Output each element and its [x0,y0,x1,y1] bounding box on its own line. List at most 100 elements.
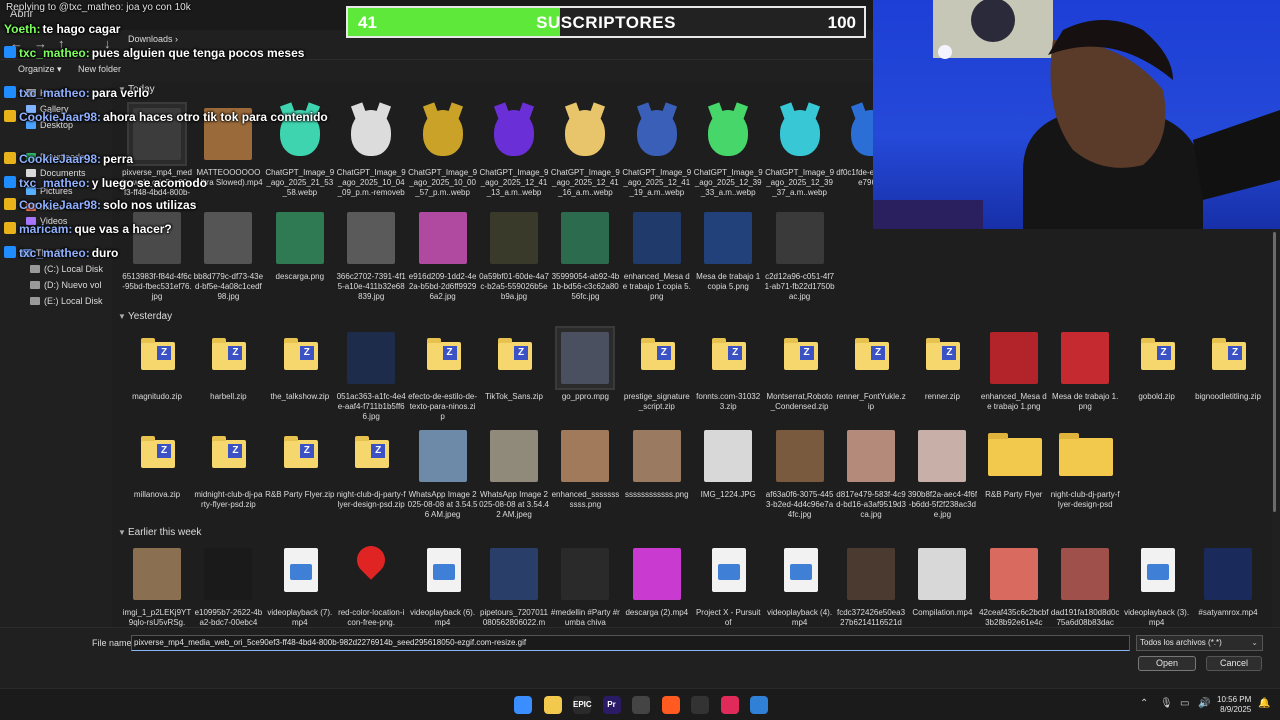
file-item[interactable]: enhanced_sssssssssss.png [550,426,620,510]
chevron-up-icon[interactable]: ⌃ [1140,698,1148,709]
file-item[interactable]: Zmagnitudo.zip [122,328,192,402]
file-item[interactable]: videoplayback (6).mp4 [408,544,478,627]
microphone-icon[interactable]: 🎙 [1160,698,1173,709]
file-item[interactable]: 42ceaf435c6c2bcbf3b28b92e61e4c [979,544,1049,627]
file-item[interactable]: ChatGPT_Image_9_ago_2025_12_41_13_a.m..w… [479,104,549,198]
zip-badge-icon: Z [442,346,457,360]
notification-bell-icon[interactable]: 🔔 [1258,698,1270,709]
file-item[interactable]: go_ppro.mpg [550,326,620,402]
image-thumbnail [704,212,753,264]
file-item[interactable]: Zmidnight-club-dj-party-flyer-psd.zip [193,426,263,510]
file-thumbnail [555,326,616,390]
file-item[interactable]: 366c2702-7391-4f15-a10e-411b32e68839.jpg [336,208,406,302]
group-yesterday[interactable]: ▼ Yesterday [118,311,172,322]
file-item[interactable]: fcdc372426e50ea327b6214116521d [836,544,906,627]
file-item[interactable]: c2d12a96-c051-4f71-ab71-fb22d1750bac.jpg [765,208,835,302]
brave-browser-icon[interactable] [661,696,680,714]
file-item[interactable]: Z TikTok_Sans.zip [479,328,549,402]
file-explorer-icon[interactable] [543,696,562,714]
epic-games-icon[interactable]: EPIC [573,696,592,714]
file-item[interactable]: videoplayback (7).mp4 [265,544,335,627]
file-item[interactable]: ChatGPT_Image_9_ago_2025_12_41_16_a.m..w… [550,104,620,198]
file-item[interactable]: Z Montserrat,Roboto_Condensed.zip [765,328,835,412]
file-item[interactable]: WhatsApp Image 2025-08-08 at 3.54.42 AM.… [479,426,549,520]
file-item[interactable]: Zthe_talkshow.zip [265,328,335,402]
photos-icon[interactable] [750,696,768,714]
file-item[interactable]: videoplayback (4).mp4 [765,544,835,627]
file-item[interactable]: Zbignoodletitling.zip [1193,328,1263,402]
file-item[interactable]: WhatsApp Image 2025-08-08 at 3.54.56 AM.… [408,426,478,520]
group-earlier-this-week[interactable]: ▼ Earlier this week [118,527,201,538]
file-item[interactable]: ChatGPT_Image_9_ago_2025_12_39_37_a.m..w… [765,104,835,198]
file-item[interactable]: ChatGPT_Image_9_ago_2025_12_41_19_a.m..w… [622,104,692,198]
file-item[interactable]: Zefecto-de-estilo-de-texto-para-ninos.zi… [408,328,478,422]
file-item[interactable]: Znight-club-dj-party-flyer-design-psd.zi… [336,426,406,510]
file-item[interactable]: red-color-location-icon-free-png. [336,540,406,627]
file-item[interactable]: Project X - Pursuit of [693,544,763,627]
file-item[interactable]: ChatGPT_Image_9_ago_2025_12_39_33_a.m..w… [693,104,763,198]
file-item[interactable]: enhanced_Mesa de trabajo 1 copia 5.png [622,208,692,302]
tiktok-icon[interactable] [720,696,739,714]
file-item[interactable]: Mesa de trabajo 1 copia 5.png [693,208,763,292]
file-name: ChatGPT_Image_9_ago_2025_12_39_37_a.m..w… [765,168,835,197]
file-item[interactable]: 0a59bf01-60de-4a7c-b2a5-559026b5eb9a.jpg [479,208,549,302]
sidebar-item-d-nuevo-vol[interactable]: (D:) Nuevo vol [30,278,102,292]
file-item[interactable]: imgi_1_p2LEKj9YT9qlo-rsU5vRSg. [122,544,192,627]
file-item[interactable]: Zfonnts.com-310323.zip [693,328,763,412]
volume-icon[interactable]: 🔊 [1198,698,1210,709]
file-item[interactable]: d817e479-583f-4c9d-bd16-a3af9519d3ca.jpg [836,426,906,520]
file-thumbnail [415,104,471,164]
file-item[interactable]: e10995b7-2622-4ba2-bdc7-00ebc4 [193,544,263,627]
open-button[interactable]: Open [1138,656,1196,671]
obs-studio-icon[interactable] [632,696,650,714]
file-item[interactable]: Zharbell.zip [193,328,263,402]
file-item[interactable]: af63a0f6-3075-4453-b2ed-4d4c96e7a4fc.jpg [765,426,835,520]
file-item[interactable]: Zrenner.zip [907,328,977,402]
file-item[interactable]: Zgobold.zip [1122,328,1192,402]
chat-message: CookieJaar98: solo nos utilizas [4,196,334,214]
file-item[interactable]: Zrenner_FontYukle.zip [836,328,906,412]
file-thumbnail [629,208,685,268]
file-item[interactable]: Zmillanova.zip [122,426,192,500]
file-item[interactable]: 390b8f2a-aec4-4f6f-b6dd-5f2f238ac3de.jpg [907,426,977,520]
file-item[interactable]: Compilation.mp4 [907,544,977,618]
file-item[interactable]: #satyamrox.mp4 [1193,544,1263,618]
windows-start-icon[interactable] [514,696,532,714]
file-item[interactable]: night-club-dj-party-flyer-design-psd [1050,426,1120,510]
file-item[interactable]: Mesa de trabajo 1.png [1050,328,1120,412]
zip-badge-icon: Z [799,346,814,360]
sidebar-item-label: (D:) Nuevo vol [44,280,102,290]
file-item[interactable]: pipetours_7207011080562806022.m [479,544,549,627]
file-item[interactable]: 051ac363-a1fc-4e4e-aaf4-f711b1b5ff66.jpg [336,328,406,422]
file-item[interactable]: Zprestige_signature_script.zip [622,328,692,412]
file-item[interactable]: enhanced_Mesa de trabajo 1.png [979,328,1049,412]
network-icon[interactable]: ▭ [1180,698,1189,709]
system-clock[interactable]: 10:56 PM 8/9/2025 [1217,695,1251,715]
file-item[interactable]: IMG_1224.JPG [693,426,763,500]
file-item[interactable]: ssssssssssss.png [622,426,692,500]
file-thumbnail: Z [272,328,328,388]
file-item[interactable]: ChatGPT_Image_9_ago_2025_10_00_57_p.m..w… [408,104,478,198]
file-item[interactable]: 35999054-ab92-4b1b-bd56-c3c62a8056fc.jpg [550,208,620,302]
cancel-button[interactable]: Cancel [1206,656,1262,671]
file-thumbnail [914,544,970,604]
sidebar-item-e-local-disk[interactable]: (E:) Local Disk [30,294,103,308]
file-thumbnail: Z [772,328,828,388]
file-item[interactable]: Z R&B Party Flyer.zip [265,426,335,500]
file-item[interactable]: descarga (2).mp4 [622,544,692,618]
chevron-down-icon: ⌄ [1251,638,1258,647]
file-item[interactable]: videoplayback (3).mp4 [1122,544,1192,627]
file-item[interactable]: #medellin #Party #rumba chiva [550,544,620,627]
premiere-pro-icon[interactable]: Pr [602,696,621,714]
capcut-icon[interactable] [691,696,709,714]
file-item[interactable]: e916d209-1dd2-4e2a-b5bd-2d6ff99296a2.jpg [408,208,478,302]
file-name: imgi_1_p2LEKj9YT9qlo-rsU5vRSg. [122,608,192,627]
file-thumbnail [343,208,399,268]
file-item[interactable]: ChatGPT_Image_9_ago_2025_10_04_09_p.m.-r… [336,104,406,198]
file-item[interactable]: dad191fa180d8d0c75a6d08b83dac [1050,544,1120,627]
file-item[interactable]: R&B Party Flyer [979,426,1049,500]
file-type-select[interactable]: Todos los archivos (*.*) ⌄ [1136,635,1263,651]
file-name: ChatGPT_Image_9_ago_2025_12_39_33_a.m..w… [693,168,763,197]
scrollbar-thumb[interactable] [1273,232,1276,512]
file-name-input[interactable]: pixverse_mp4_media_web_ori_5ce90ef3-ff48… [131,635,1130,651]
